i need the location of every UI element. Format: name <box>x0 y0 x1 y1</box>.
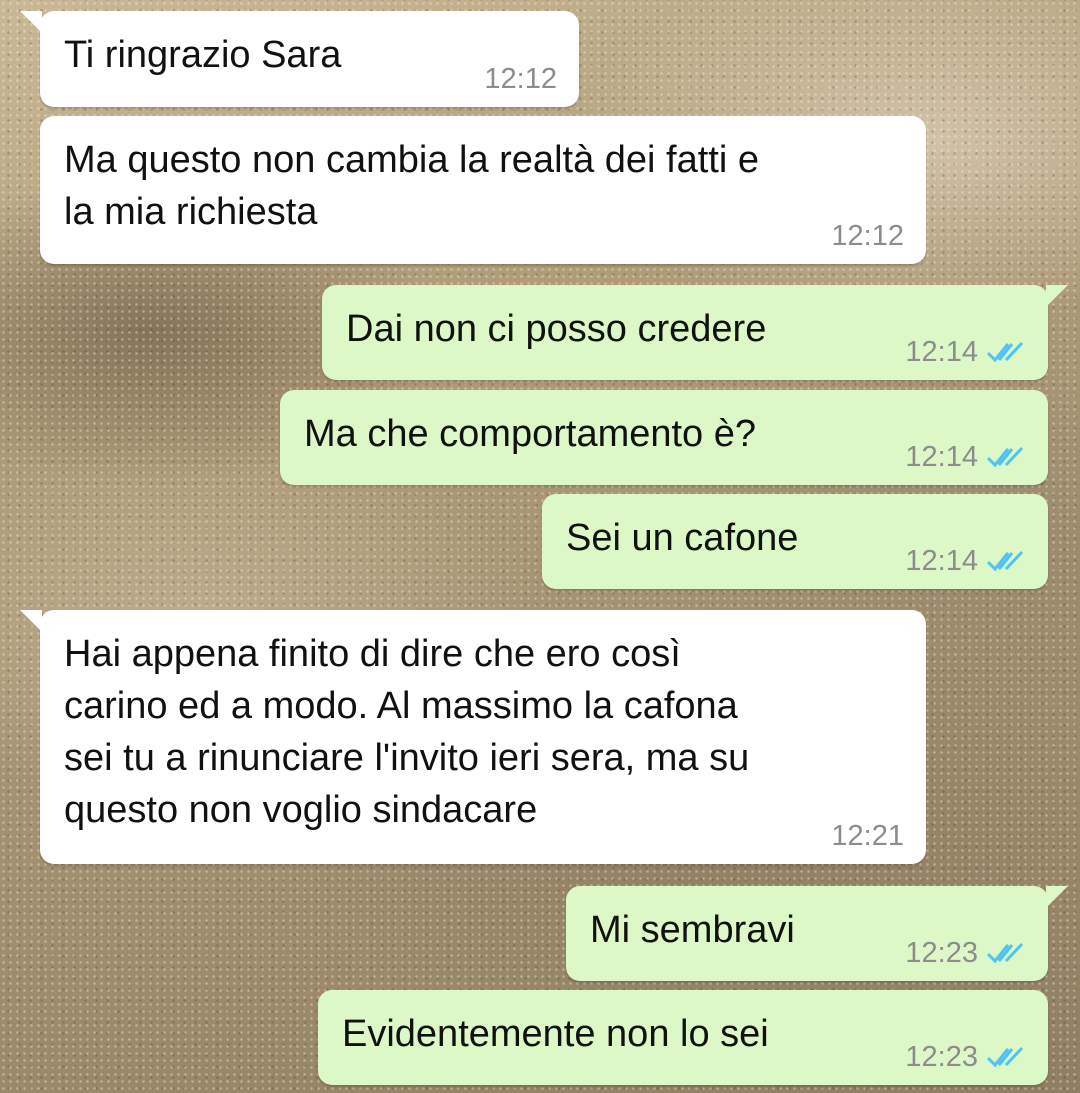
message-time: 12:21 <box>831 820 904 852</box>
message-meta: 12:14 <box>905 334 1026 370</box>
message-text: Sei un cafone <box>566 517 799 559</box>
message-bubble-outgoing[interactable]: Sei un cafone 12:14 <box>542 494 1048 589</box>
message-meta: 12:23 <box>905 1039 1026 1075</box>
double-check-icon <box>986 942 1024 964</box>
message-text: Ti ringrazio Sara <box>64 34 342 76</box>
message-time: 12:14 <box>905 336 978 368</box>
message-text: Dai non ci posso credere <box>346 308 767 350</box>
message-bubble-outgoing[interactable]: Mi sembravi 12:23 <box>566 886 1068 981</box>
message-time: 12:23 <box>905 1041 978 1073</box>
message-bubble-outgoing[interactable]: Dai non ci posso credere 12:14 <box>322 285 1068 380</box>
message-text: Mi sembravi <box>590 909 795 951</box>
message-meta: 12:12 <box>484 61 557 97</box>
message-text: Ma che comportamento è? <box>304 413 757 455</box>
message-time: 12:14 <box>905 441 978 473</box>
message-bubble-incoming[interactable]: Hai appena finito di dire che ero così c… <box>20 610 926 864</box>
message-meta: 12:23 <box>905 935 1026 971</box>
message-meta: 12:14 <box>905 439 1026 475</box>
message-bubble-outgoing[interactable]: Evidentemente non lo sei 12:23 <box>318 990 1048 1085</box>
double-check-icon <box>986 341 1024 363</box>
message-text: Evidentemente non lo sei <box>342 1013 769 1055</box>
double-check-icon <box>986 446 1024 468</box>
message-time: 12:12 <box>831 220 904 252</box>
double-check-icon <box>986 550 1024 572</box>
message-meta: 12:12 <box>831 218 904 254</box>
message-text: Ma questo non cambia la realtà dei fatti… <box>64 139 759 233</box>
message-time: 12:14 <box>905 545 978 577</box>
message-meta: 12:14 <box>905 543 1026 579</box>
message-bubble-outgoing[interactable]: Ma che comportamento è? 12:14 <box>280 390 1048 485</box>
double-check-icon <box>986 1046 1024 1068</box>
message-time: 12:12 <box>484 63 557 95</box>
message-time: 12:23 <box>905 937 978 969</box>
message-bubble-incoming[interactable]: Ti ringrazio Sara 12:12 <box>20 11 579 107</box>
message-meta: 12:21 <box>831 818 904 854</box>
message-bubble-incoming[interactable]: Ma questo non cambia la realtà dei fatti… <box>40 116 926 264</box>
message-text: Hai appena finito di dire che ero così c… <box>64 633 750 831</box>
